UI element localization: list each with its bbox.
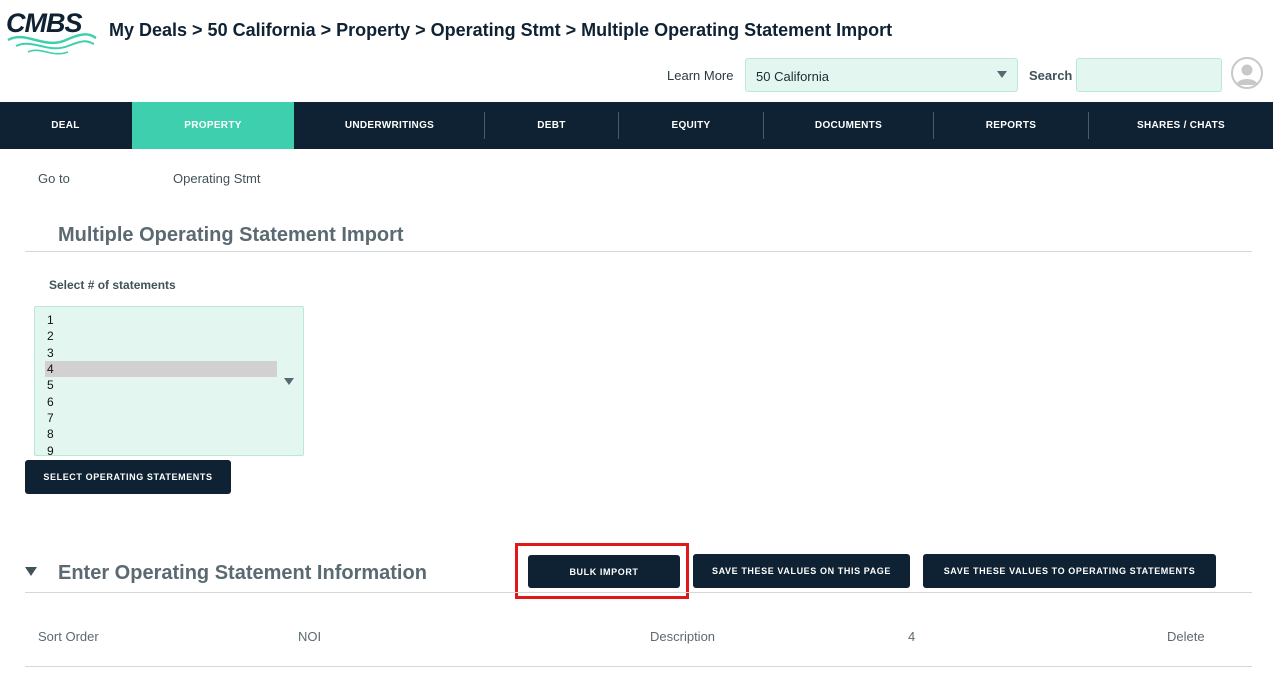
nav-tab-deal[interactable]: DEAL bbox=[0, 102, 131, 149]
listbox-option[interactable]: 7 bbox=[45, 410, 277, 426]
nav-tab-documents[interactable]: DOCUMENTS bbox=[764, 102, 933, 149]
nav-tab-property[interactable]: PROPERTY bbox=[132, 102, 294, 149]
listbox-option[interactable]: 8 bbox=[45, 426, 277, 442]
listbox-option[interactable]: 1 bbox=[45, 312, 277, 328]
column-header-count: 4 bbox=[908, 629, 916, 644]
listbox-option[interactable]: 5 bbox=[45, 377, 277, 393]
search-input[interactable] bbox=[1076, 58, 1222, 92]
cmbs-logo[interactable]: CMBS bbox=[6, 8, 98, 56]
listbox-option[interactable]: 9 bbox=[45, 443, 277, 455]
listbox-option-selected[interactable]: 4 bbox=[45, 361, 277, 377]
select-operating-statements-button[interactable]: SELECT OPERATING STATEMENTS bbox=[25, 460, 231, 494]
breadcrumb[interactable]: My Deals > 50 California > Property > Op… bbox=[109, 20, 892, 41]
listbox-option[interactable]: 3 bbox=[45, 345, 277, 361]
chevron-down-icon bbox=[997, 71, 1007, 78]
column-header-description: Description bbox=[650, 629, 716, 644]
nav-tab-debt[interactable]: DEBT bbox=[485, 102, 618, 149]
logo-wave-icon bbox=[7, 33, 97, 55]
section-divider bbox=[25, 251, 1252, 252]
statement-count-label: Select # of statements bbox=[49, 278, 176, 292]
collapse-triangle-icon[interactable] bbox=[25, 567, 37, 576]
deal-select[interactable]: 50 California bbox=[745, 58, 1018, 92]
listbox-option[interactable]: 6 bbox=[45, 394, 277, 410]
table-divider bbox=[25, 666, 1252, 667]
nav-tab-reports[interactable]: REPORTS bbox=[934, 102, 1088, 149]
goto-operating-stmt-link[interactable]: Operating Stmt bbox=[173, 171, 260, 186]
nav-tab-equity[interactable]: EQUITY bbox=[619, 102, 763, 149]
main-nav: DEAL PROPERTY UNDERWRITINGS DEBT EQUITY … bbox=[0, 102, 1273, 149]
statement-count-listbox[interactable]: 1 2 3 4 5 6 7 8 9 bbox=[34, 306, 304, 456]
save-values-page-button[interactable]: SAVE THESE VALUES ON THIS PAGE bbox=[693, 554, 910, 588]
column-header-delete: Delete bbox=[1167, 629, 1205, 644]
goto-label: Go to bbox=[38, 171, 70, 186]
column-header-sort-order: Sort Order bbox=[38, 629, 99, 644]
deal-select-value: 50 California bbox=[756, 69, 829, 84]
learn-more-link[interactable]: Learn More bbox=[667, 68, 733, 83]
search-label: Search bbox=[1029, 68, 1073, 83]
nav-tab-underwritings[interactable]: UNDERWRITINGS bbox=[295, 102, 484, 149]
section-divider bbox=[25, 592, 1252, 593]
highlight-box bbox=[515, 543, 689, 599]
listbox-option[interactable]: 2 bbox=[45, 328, 277, 344]
chevron-down-icon bbox=[284, 378, 294, 385]
import-section-title: Multiple Operating Statement Import bbox=[58, 224, 404, 246]
nav-tab-shares-chats[interactable]: SHARES / CHATS bbox=[1089, 102, 1273, 149]
user-avatar-icon[interactable] bbox=[1231, 57, 1263, 89]
column-header-noi: NOI bbox=[298, 629, 322, 644]
info-section-title: Enter Operating Statement Information bbox=[58, 562, 427, 584]
save-values-statements-button[interactable]: SAVE THESE VALUES TO OPERATING STATEMENT… bbox=[923, 554, 1216, 588]
